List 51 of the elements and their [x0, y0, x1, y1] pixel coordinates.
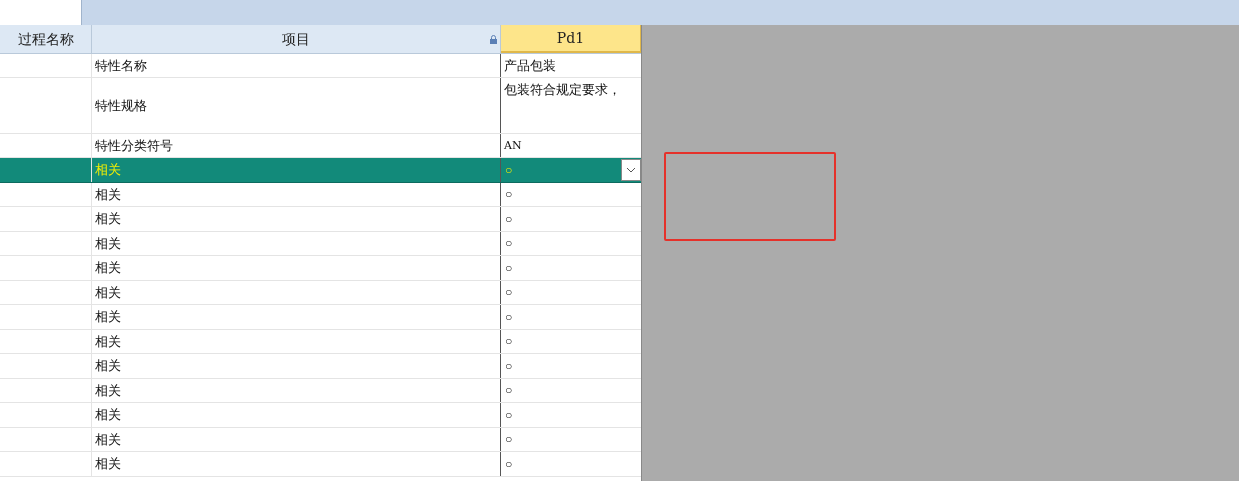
table-cell-text: 相关: [95, 234, 121, 253]
table-cell-text: 特性分类符号: [95, 136, 173, 155]
table-cell-text: 特性名称: [95, 56, 147, 75]
table-row[interactable]: 相关 ○: [0, 158, 641, 183]
table-row[interactable]: 相关 ○: [0, 256, 641, 281]
table-cell-text: 相关: [95, 283, 121, 302]
table-cell-text: ○: [505, 431, 513, 449]
table-cell-text: 相关: [95, 210, 121, 228]
table-cell-text: 相关: [95, 308, 121, 326]
table-cell-text: 相关: [95, 381, 121, 400]
column-header[interactable]: 过程名称: [0, 25, 92, 53]
table-cell-text: ○: [505, 333, 513, 351]
table-cell-text: ○: [505, 235, 513, 253]
table-cell-text: 相关: [95, 259, 121, 277]
table-cell-text: 相关: [95, 185, 121, 204]
table-cell-text: 相关: [95, 430, 121, 449]
table-cell-text: 相关: [95, 455, 121, 473]
table-row[interactable]: 相关 ○: [0, 305, 641, 330]
table-row[interactable]: 相关 ○: [0, 452, 641, 477]
table-cell-text: ○: [505, 406, 513, 424]
table-cell: 包装符合规定要求，: [504, 81, 621, 99]
table-cell-text: ○: [505, 455, 513, 473]
table-cell-text: ○: [505, 382, 513, 400]
table-cell-text: 特性规格: [95, 96, 147, 115]
table-cell-text: ○: [505, 284, 513, 302]
dropdown-button[interactable]: [621, 158, 641, 181]
table-cell: 产品包装: [504, 57, 556, 75]
table-cell-text: ○: [505, 186, 513, 204]
lock-icon: [490, 35, 497, 44]
table-cell-text: 相关: [95, 406, 121, 424]
table-cell-text: 相关: [95, 161, 121, 179]
table-row[interactable]: 相关 ○: [0, 329, 641, 354]
table-row[interactable]: 相关 ○: [0, 231, 641, 256]
table-cell-text: 相关: [95, 332, 121, 351]
table-row[interactable]: 相关 ○: [0, 378, 641, 403]
table-row[interactable]: 相关 ○: [0, 354, 641, 379]
table-row[interactable]: 相关 ○: [0, 427, 641, 452]
table-cell-text: ○: [505, 357, 513, 375]
table-row[interactable]: 相关 ○: [0, 280, 641, 305]
table-cell-text: ○: [505, 161, 513, 179]
column-header[interactable]: Pd1: [501, 25, 641, 53]
table-row[interactable]: 相关 ○: [0, 207, 641, 232]
table-row[interactable]: 相关 ○: [0, 403, 641, 428]
table-cell-text: 相关: [95, 357, 121, 375]
table-row[interactable]: 相关 ○: [0, 182, 641, 207]
table-cell-text: ○: [505, 259, 513, 277]
table-cell-text: ○: [505, 308, 513, 326]
chevron-icon: [626, 166, 636, 173]
table-cell-text: ○: [505, 210, 513, 228]
column-header[interactable]: 项目: [92, 25, 501, 53]
table-cell-text: AN: [504, 138, 522, 154]
